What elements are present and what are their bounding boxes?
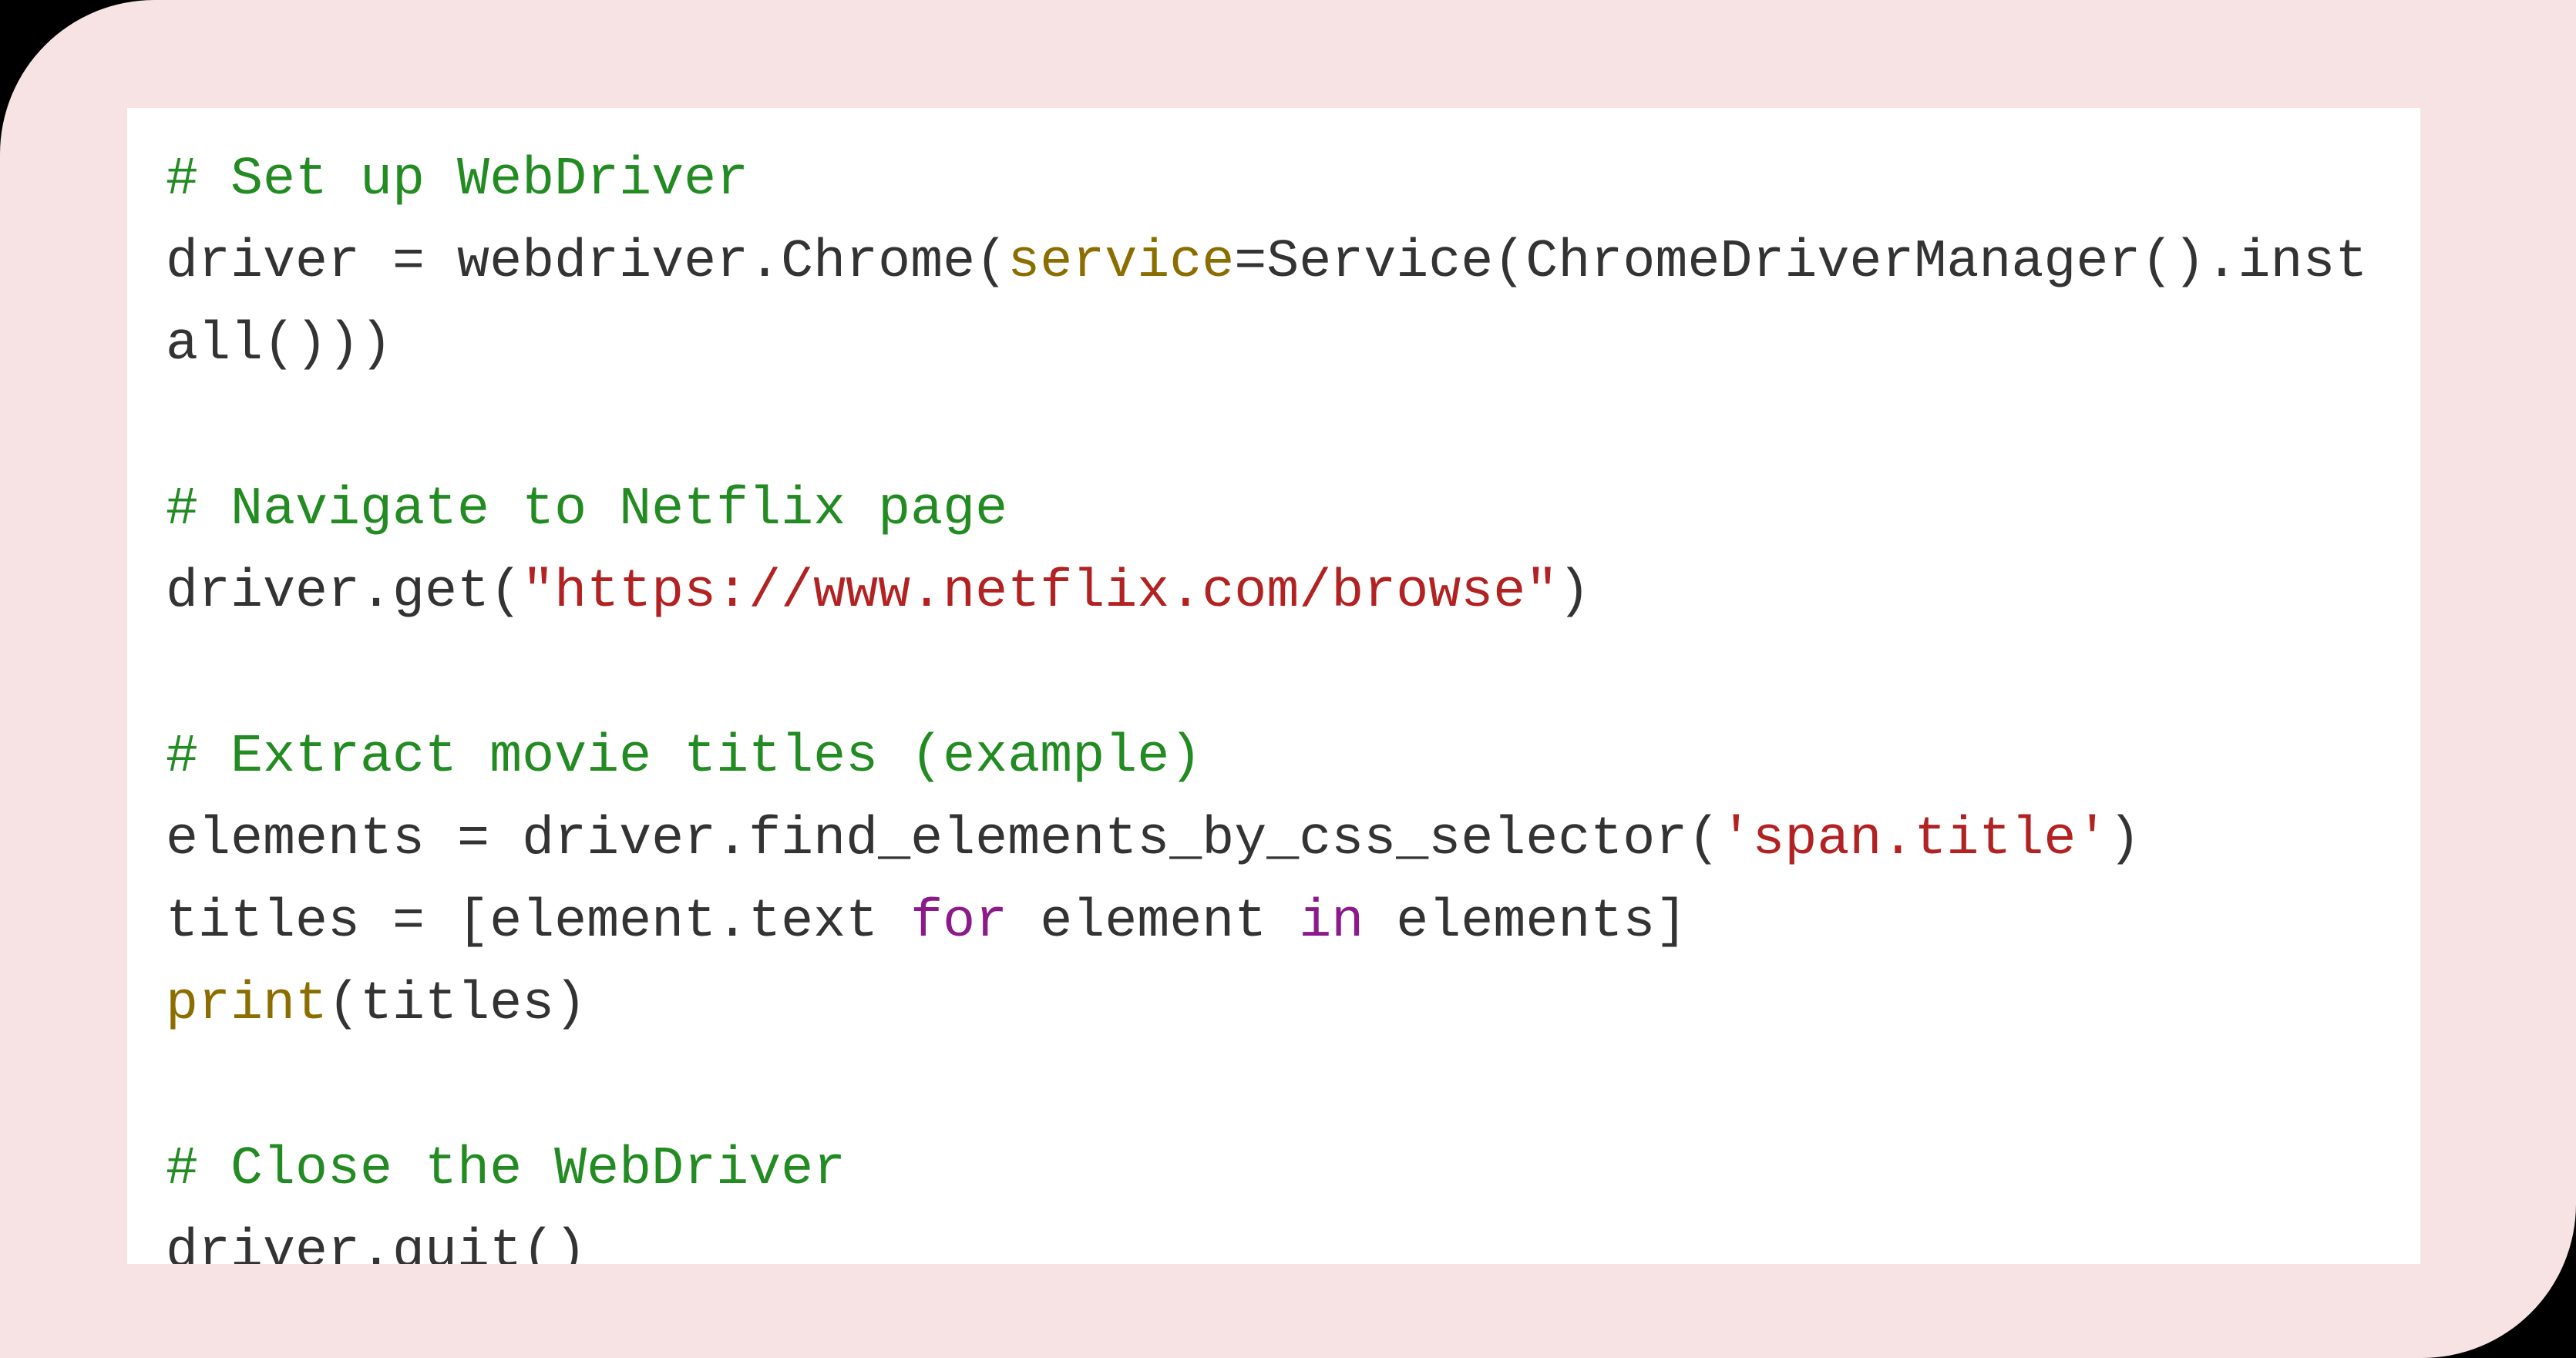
code-token: element	[1007, 892, 1299, 953]
code-token: # Set up WebDriver	[166, 150, 748, 210]
background: # Set up WebDriver driver = webdriver.Ch…	[0, 0, 2576, 1358]
code-token: )	[2108, 809, 2141, 870]
code-token: titles = [element.text	[166, 892, 910, 953]
code-token: (titles)	[328, 974, 587, 1035]
code-token: print	[166, 974, 328, 1035]
code-token: elements]	[1364, 892, 1687, 953]
code-token: driver.quit()	[166, 1222, 587, 1264]
slide-panel: # Set up WebDriver driver = webdriver.Ch…	[0, 0, 2576, 1358]
code-token: # Close the WebDriver	[166, 1139, 846, 1200]
code-token: elements = driver.find_elements_by_css_s…	[166, 809, 1720, 870]
code-token: )	[1558, 562, 1590, 623]
code-token: # Navigate to Netflix page	[166, 479, 1007, 540]
code-token: driver.get(	[166, 562, 522, 623]
code-token: in	[1299, 892, 1364, 953]
code-block: # Set up WebDriver driver = webdriver.Ch…	[127, 108, 2420, 1264]
code-token: for	[910, 892, 1007, 953]
code-token: service	[1007, 232, 1234, 293]
code-token: "https://www.netflix.com/browse"	[522, 562, 1558, 623]
code-content: # Set up WebDriver driver = webdriver.Ch…	[166, 139, 2382, 1264]
code-token: driver = webdriver.Chrome(	[166, 232, 1007, 293]
code-token: 'span.title'	[1720, 809, 2108, 870]
code-token: # Extract movie titles (example)	[166, 727, 1202, 788]
